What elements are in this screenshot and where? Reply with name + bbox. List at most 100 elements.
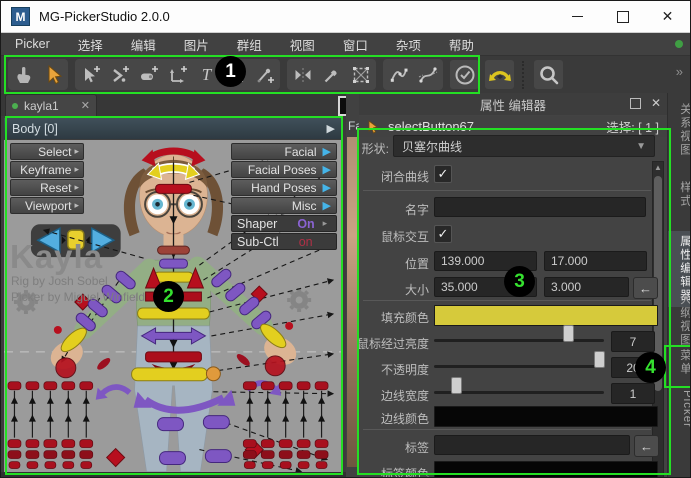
eyedropper-tool-button[interactable] bbox=[317, 60, 346, 89]
search-icon bbox=[537, 63, 561, 87]
misc-button[interactable]: Misc ▶ bbox=[231, 197, 337, 214]
viewport-menu-button[interactable]: Viewport ▸ bbox=[10, 197, 84, 214]
carat-icon: ▸ bbox=[323, 218, 328, 229]
mirror-tool-button[interactable] bbox=[288, 60, 317, 89]
tag-input[interactable] bbox=[434, 435, 630, 455]
add-select-button-tool[interactable] bbox=[76, 60, 105, 89]
finger-picker-grid-left[interactable] bbox=[8, 382, 93, 469]
slider-handle[interactable] bbox=[594, 351, 605, 368]
side-tab-strip: 关系视图 样式 属性编辑器 大纲视图 菜单 Picker bbox=[667, 93, 691, 478]
hand-poses-button[interactable]: Hand Poses ▶ bbox=[231, 179, 337, 196]
toolbar-overflow-chevron[interactable]: » bbox=[676, 64, 682, 79]
closed-curve-checkbox[interactable]: ✓ bbox=[434, 165, 452, 183]
menu-edit[interactable]: 编辑 bbox=[117, 35, 170, 54]
select-menu-button[interactable]: Select ▸ bbox=[10, 143, 84, 160]
panel-close-icon[interactable]: ✕ bbox=[651, 96, 661, 110]
border-width-slider[interactable] bbox=[434, 383, 604, 402]
search-button[interactable] bbox=[534, 60, 563, 89]
tab-outline-view[interactable]: 大纲视图 bbox=[668, 293, 691, 347]
add-pill-button-tool[interactable] bbox=[134, 60, 163, 89]
marquee-select-button[interactable] bbox=[346, 60, 375, 89]
menu-image[interactable]: 图片 bbox=[170, 35, 223, 54]
tab-style[interactable]: 样式 bbox=[668, 181, 691, 208]
misc-label: Misc bbox=[292, 199, 317, 213]
marquee-icon bbox=[351, 65, 371, 85]
facial-button[interactable]: Facial ▶ bbox=[231, 143, 337, 160]
hover-brightness-slider[interactable] bbox=[434, 331, 604, 350]
close-button[interactable]: ✕ bbox=[645, 1, 690, 32]
tab-picker[interactable]: Picker bbox=[668, 390, 691, 428]
size-w-input[interactable] bbox=[434, 277, 537, 297]
shaper-toggle[interactable]: Shaper On ▸ bbox=[231, 215, 337, 232]
menu-picker[interactable]: Picker bbox=[1, 37, 64, 51]
curve-corner-icon bbox=[389, 65, 409, 85]
mouse-interact-checkbox[interactable]: ✓ bbox=[434, 225, 452, 243]
carat-icon: ▸ bbox=[74, 182, 79, 193]
add-line-tool[interactable] bbox=[250, 60, 279, 89]
reset-label: Reset bbox=[40, 181, 71, 195]
name-input[interactable] bbox=[434, 197, 646, 217]
app-logo-icon: M bbox=[11, 7, 30, 26]
size-h-input[interactable] bbox=[544, 277, 629, 297]
border-width-value[interactable]: 1 bbox=[611, 383, 655, 404]
fill-color-swatch[interactable] bbox=[434, 305, 658, 326]
gear-icon[interactable] bbox=[287, 288, 311, 312]
scroll-up-icon[interactable]: ▲ bbox=[653, 162, 663, 174]
subctl-toggle[interactable]: Sub-Ctl on bbox=[231, 233, 337, 250]
facial-poses-button[interactable]: Facial Poses ▶ bbox=[231, 161, 337, 178]
add-text-tool[interactable]: T bbox=[192, 60, 221, 89]
picker-canvas[interactable]: Kayla Rig by Josh Sobel Picker by Miguel… bbox=[4, 140, 343, 472]
tag-color-swatch[interactable] bbox=[434, 461, 658, 478]
add-cursor-icon bbox=[81, 65, 101, 85]
check-icon: ✓ bbox=[438, 166, 449, 182]
curve-corner-tool[interactable] bbox=[384, 60, 413, 89]
position-y-input[interactable] bbox=[544, 251, 647, 271]
text-tool-icon: T bbox=[202, 65, 211, 85]
shape-dropdown[interactable]: 贝塞尔曲线 ▼ bbox=[393, 135, 655, 157]
opacity-slider[interactable] bbox=[434, 357, 604, 376]
reset-menu-button[interactable]: Reset ▸ bbox=[10, 179, 84, 196]
picker-panel: kayla1 ✕ Body [0] ▶ bbox=[1, 93, 346, 478]
border-width-label: 边线宽度 bbox=[353, 387, 429, 404]
size-reset-button[interactable]: ← bbox=[633, 277, 658, 299]
menu-select[interactable]: 选择 bbox=[64, 35, 117, 54]
add-triangle-tool[interactable] bbox=[221, 60, 250, 89]
hand-tool-button[interactable] bbox=[9, 60, 38, 89]
add-move-handle-tool[interactable] bbox=[163, 60, 192, 89]
menu-misc[interactable]: 杂项 bbox=[382, 35, 435, 54]
tab-close-icon[interactable]: ✕ bbox=[81, 99, 90, 112]
menu-view[interactable]: 视图 bbox=[276, 35, 329, 54]
curve-smooth-tool[interactable] bbox=[413, 60, 442, 89]
select-cursor-button[interactable] bbox=[38, 60, 67, 89]
pill-icon bbox=[139, 65, 159, 85]
keyframe-menu-button[interactable]: Keyframe ▸ bbox=[10, 161, 84, 178]
add-polygon-tool[interactable] bbox=[105, 60, 134, 89]
facial-poses-label: Facial Poses bbox=[248, 163, 317, 177]
position-x-input[interactable] bbox=[434, 251, 537, 271]
swap-arrows-button[interactable] bbox=[485, 60, 514, 89]
hover-brightness-value[interactable]: 7 bbox=[611, 331, 655, 352]
face-panel-label: Fa bbox=[348, 119, 359, 133]
check-circle-icon bbox=[454, 64, 476, 86]
apply-check-button[interactable] bbox=[450, 60, 479, 89]
maximize-button[interactable] bbox=[600, 1, 645, 32]
slider-handle[interactable] bbox=[451, 377, 462, 394]
tab-menu[interactable]: 菜单 bbox=[668, 349, 691, 376]
tab-kayla1[interactable]: kayla1 ✕ bbox=[5, 94, 97, 116]
body-group-header[interactable]: Body [0] ▶ bbox=[4, 118, 343, 139]
menu-help[interactable]: 帮助 bbox=[435, 35, 488, 54]
opacity-value[interactable]: 20 bbox=[611, 357, 655, 378]
menu-group[interactable]: 群组 bbox=[223, 35, 276, 54]
selected-object-row: selectButton67 选择: [ 1 ] bbox=[359, 116, 667, 137]
check-icon: ✓ bbox=[438, 226, 449, 242]
border-color-label: 边线颜色 bbox=[353, 410, 429, 427]
minimize-button[interactable] bbox=[555, 1, 600, 32]
menu-window[interactable]: 窗口 bbox=[329, 35, 382, 54]
finger-picker-grid-right[interactable] bbox=[243, 382, 328, 469]
selected-object-name: selectButton67 bbox=[388, 119, 474, 134]
slider-handle[interactable] bbox=[563, 325, 574, 342]
border-color-swatch[interactable] bbox=[434, 406, 658, 427]
float-panel-icon[interactable] bbox=[630, 98, 641, 109]
tab-relationship-view[interactable]: 关系视图 bbox=[668, 103, 691, 157]
tag-reset-button[interactable]: ← bbox=[634, 435, 659, 457]
